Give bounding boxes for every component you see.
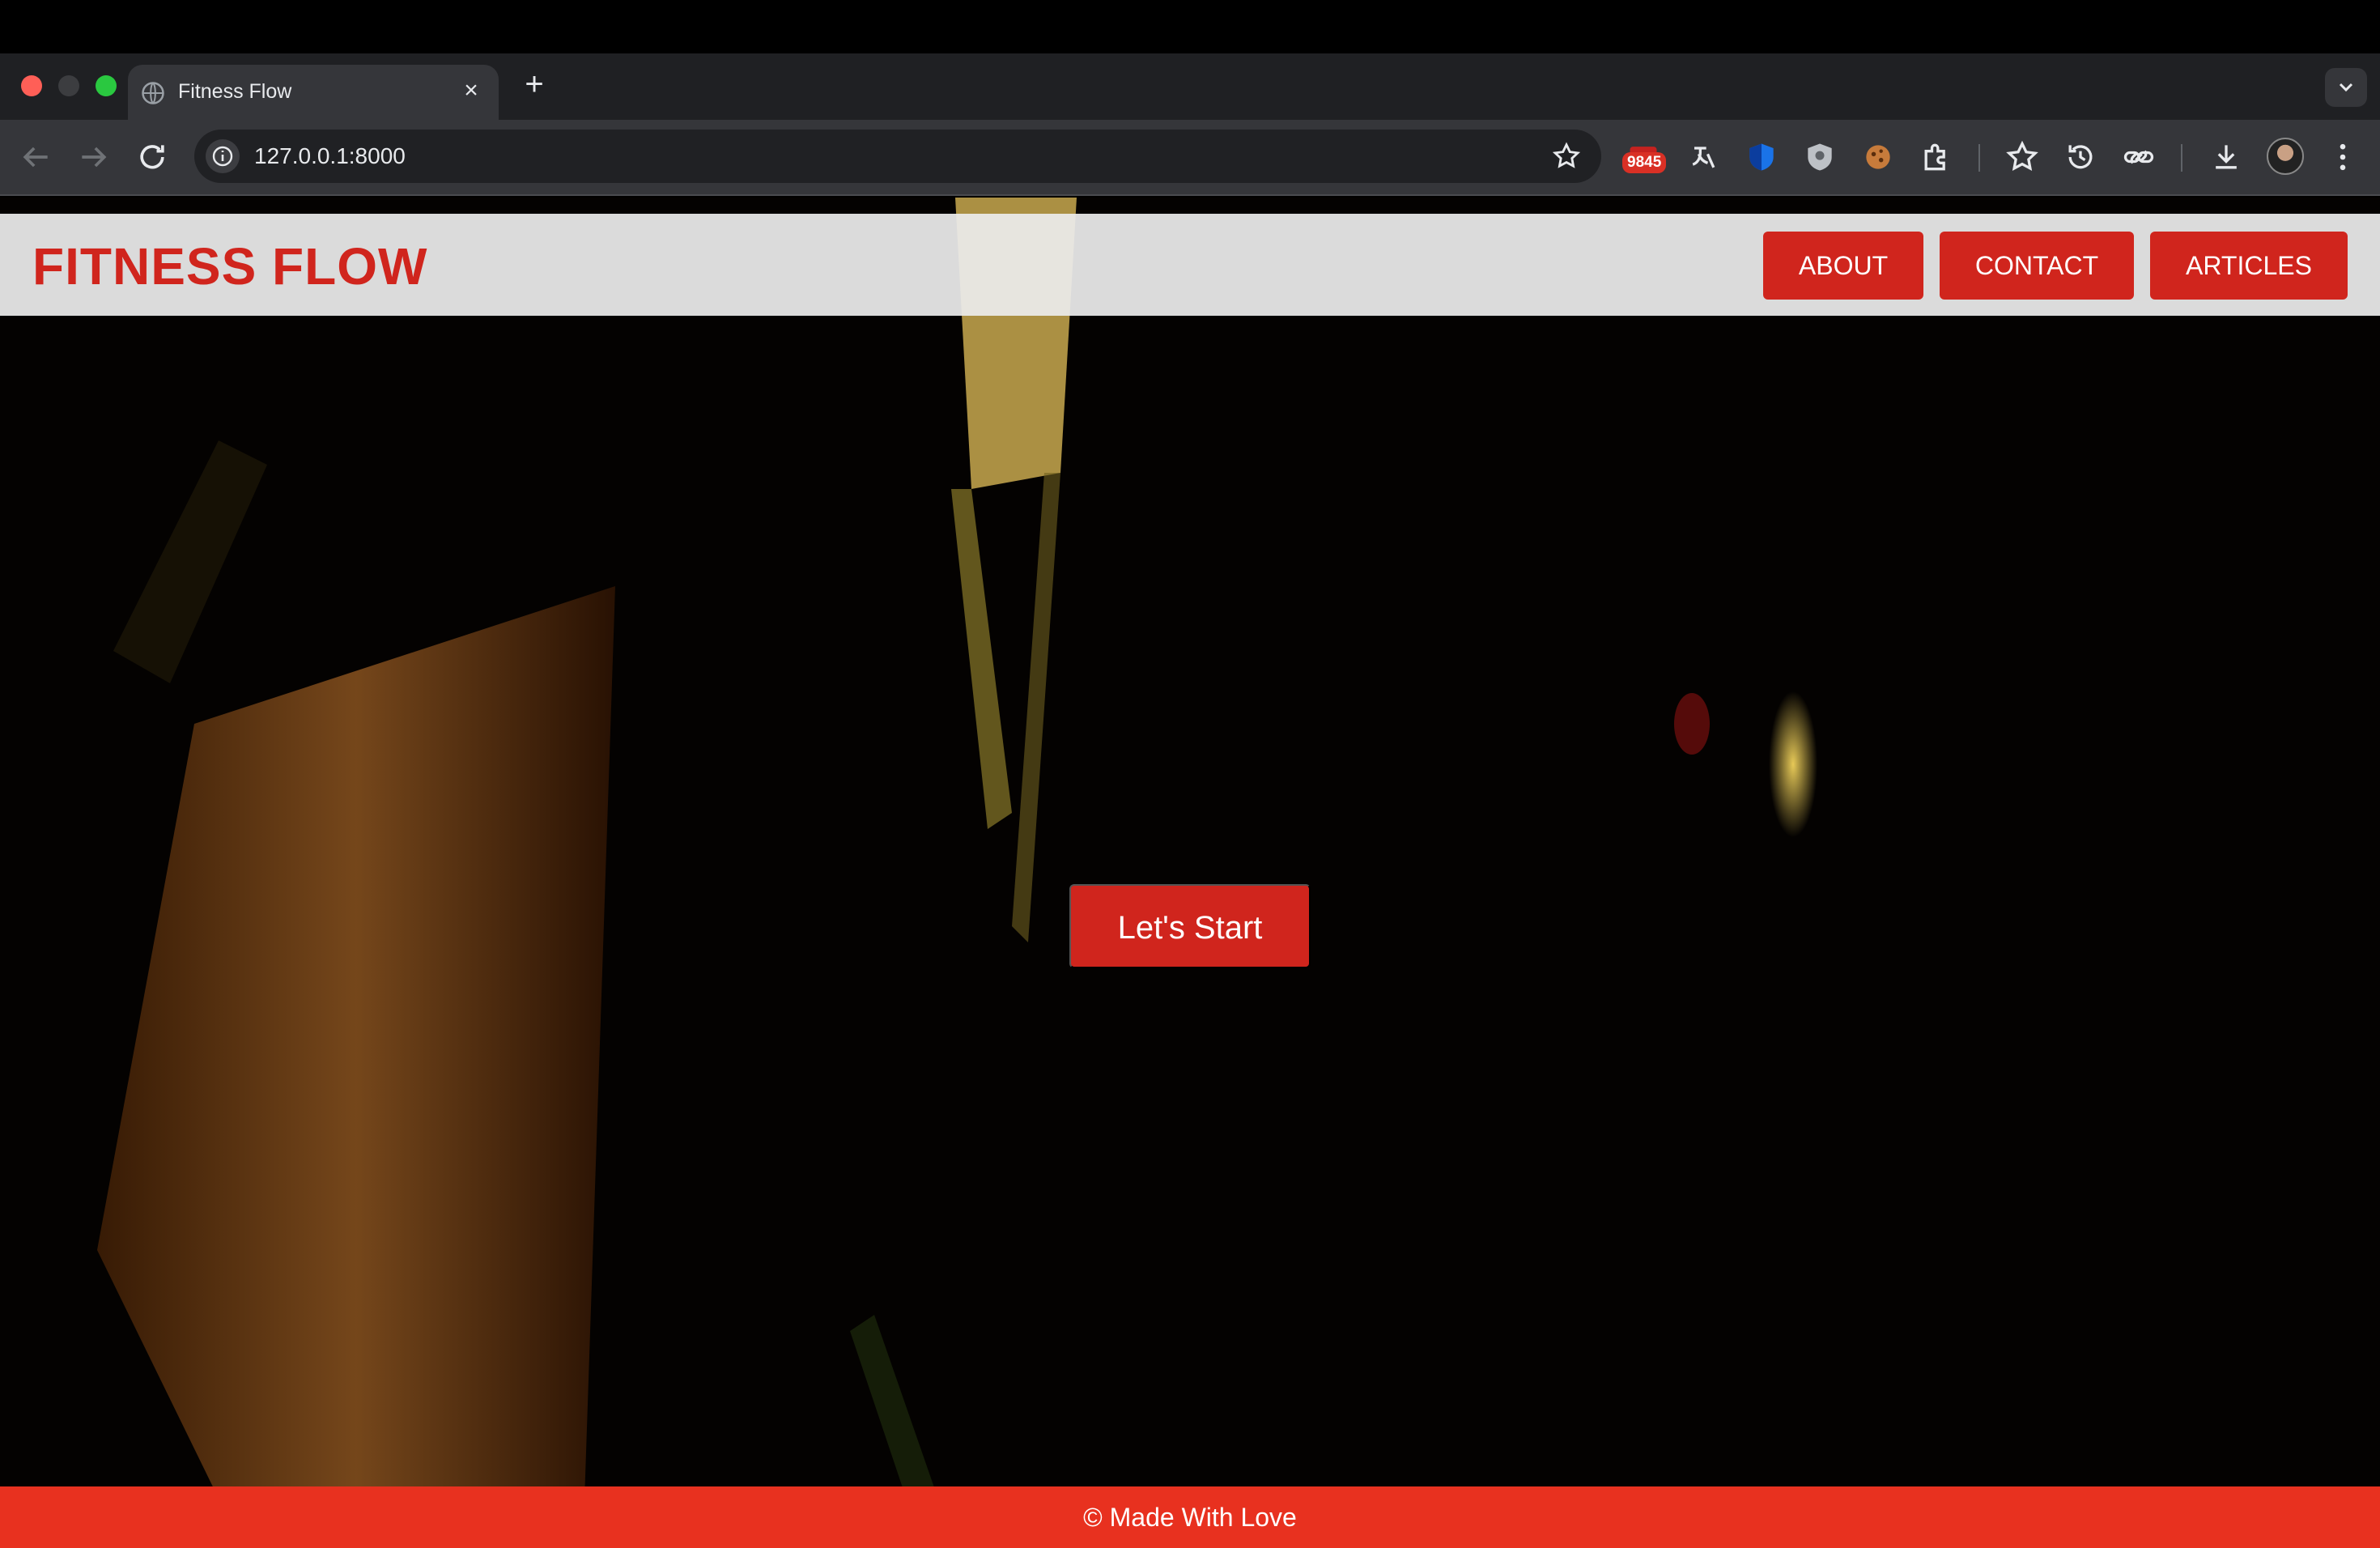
bookmark-star-icon[interactable] [1551, 141, 1582, 172]
minimize-window-button[interactable] [58, 75, 79, 96]
chevron-down-icon [2339, 83, 2353, 92]
cookie-icon[interactable] [1860, 139, 1896, 175]
extensions-puzzle-icon[interactable] [1919, 139, 1954, 175]
site-info-button[interactable] [206, 139, 240, 173]
tab-search-button[interactable] [2325, 68, 2367, 107]
back-arrow-icon[interactable] [18, 139, 53, 175]
site-footer: © Made With Love [0, 1486, 2380, 1548]
address-bar[interactable]: 127.0.0.1:8000 [194, 130, 1601, 183]
site-logo[interactable]: FITNESS FLOW [32, 236, 427, 296]
toolbar-separator [2181, 144, 2182, 172]
browser-toolbar: 127.0.0.1:8000 9845 [0, 120, 2380, 196]
link-icon[interactable] [2121, 139, 2157, 175]
nav-articles-button[interactable]: ARTICLES [2150, 232, 2348, 300]
extension-badge: 9845 [1622, 152, 1667, 173]
profile-avatar[interactable] [2267, 138, 2304, 175]
hero-background-video [0, 198, 2380, 1548]
nav-contact-button[interactable]: CONTACT [1940, 232, 2134, 300]
close-window-button[interactable] [21, 75, 42, 96]
browser-tab[interactable]: Fitness Flow × [128, 65, 499, 120]
footer-text: © Made With Love [1083, 1503, 1297, 1532]
bookmarks-star-icon[interactable] [2004, 139, 2040, 175]
shield-icon[interactable] [1744, 139, 1779, 175]
globe-icon [142, 82, 164, 104]
toolbar-separator [1978, 144, 1980, 172]
info-icon [212, 146, 233, 167]
privacy-shield-icon[interactable] [1802, 139, 1838, 175]
history-icon[interactable] [2063, 139, 2098, 175]
screen-bezel [0, 0, 2380, 53]
more-menu-icon[interactable] [2325, 139, 2361, 175]
lets-start-button[interactable]: Let's Start [1069, 884, 1311, 968]
nav-about-button[interactable]: ABOUT [1763, 232, 1923, 300]
tab-title: Fitness Flow [178, 80, 292, 103]
download-icon[interactable] [2208, 139, 2244, 175]
reload-icon[interactable] [134, 139, 170, 175]
translate-extension-icon[interactable] [1685, 139, 1721, 175]
page-viewport: FITNESS FLOW ABOUT CONTACT ARTICLES Let'… [0, 198, 2380, 1548]
new-tab-button[interactable]: + [520, 68, 549, 100]
maximize-window-button[interactable] [96, 75, 117, 96]
url-text: 127.0.0.1:8000 [254, 143, 406, 168]
close-tab-icon[interactable]: × [458, 78, 484, 104]
forward-arrow-icon[interactable] [76, 139, 112, 175]
site-header: FITNESS FLOW ABOUT CONTACT ARTICLES [0, 214, 2380, 316]
